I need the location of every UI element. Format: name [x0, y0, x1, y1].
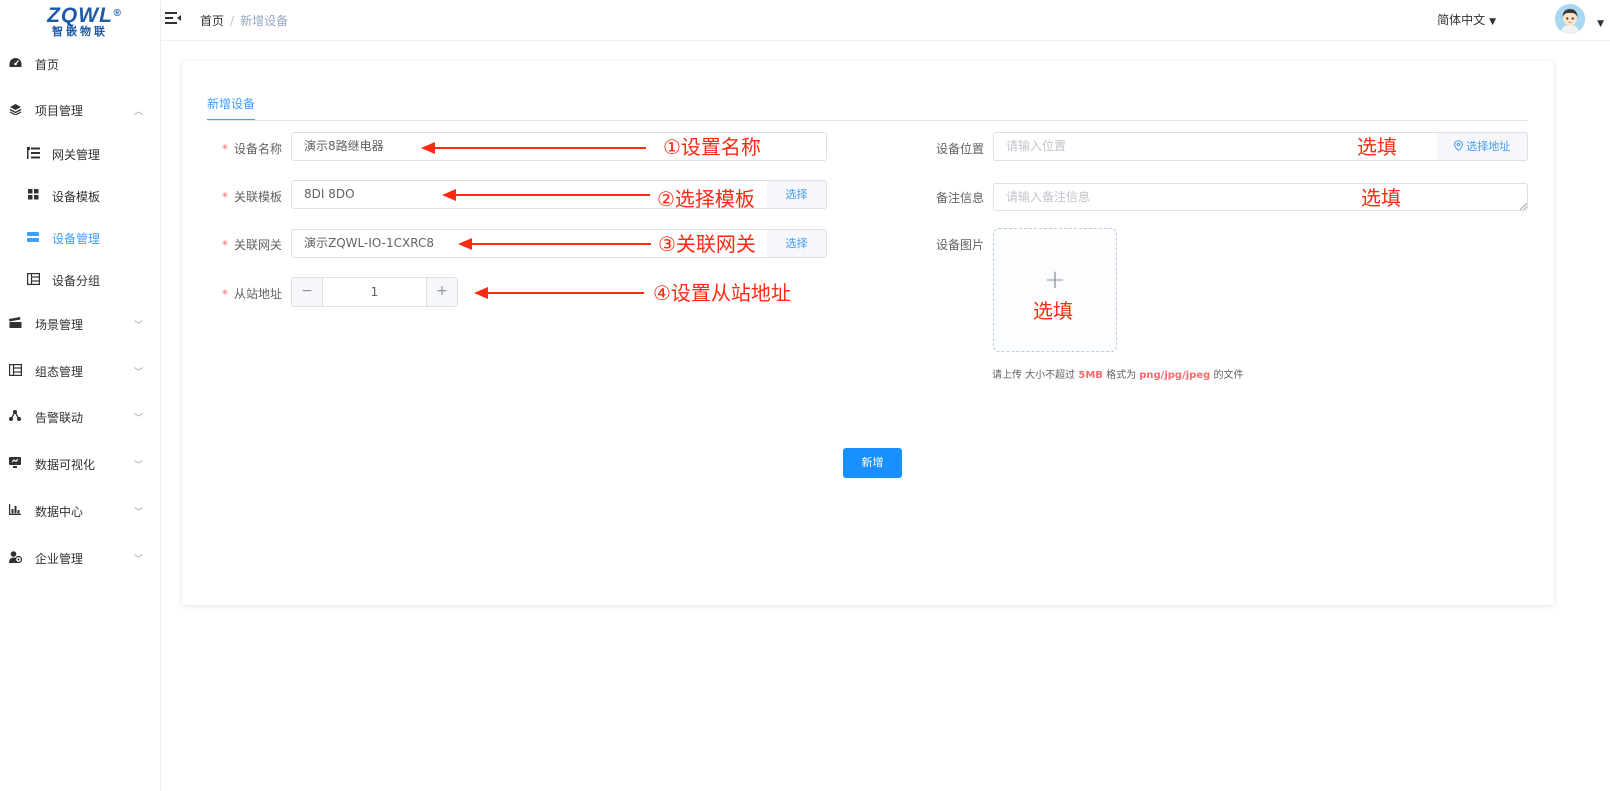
annotation-step1: ①设置名称	[663, 135, 761, 159]
sidebar-item-label: 网关管理	[52, 147, 101, 162]
sidebar-item-label: 告警联动	[35, 410, 84, 425]
location-label: 设备位置	[936, 142, 985, 156]
sidebar-item-device-manage[interactable]: 设备管理	[0, 221, 160, 255]
image-upload[interactable]: +	[993, 228, 1117, 352]
clapper-icon	[8, 317, 22, 331]
required-mark: *	[222, 238, 228, 252]
annotation-arrow	[474, 287, 644, 299]
tab-add-device[interactable]: 新增设备	[207, 95, 255, 112]
chevron-down-icon: ﹀	[134, 460, 144, 471]
table-icon	[8, 363, 22, 379]
logo-wordmark: ZQWL ®	[47, 4, 122, 27]
sidebar-item-project[interactable]: 项目管理 ︿	[0, 93, 160, 127]
sidebar-item-label: 组态管理	[35, 364, 84, 379]
annotation-optional-image: 选填	[1033, 299, 1073, 323]
grid-icon	[26, 189, 40, 203]
image-label: 设备图片	[936, 238, 985, 252]
submit-button[interactable]: 新增	[843, 448, 902, 478]
remark-label: 备注信息	[936, 191, 985, 205]
annotation-arrow	[458, 238, 651, 250]
select-address-button[interactable]: 选择地址	[1437, 132, 1528, 161]
sidebar-item-enterprise[interactable]: 企业管理 ﹀	[0, 541, 160, 575]
sidebar-item-label: 设备管理	[52, 231, 101, 246]
sidebar-item-home[interactable]: 首页	[0, 47, 160, 81]
sidebar-item-label: 设备模板	[52, 189, 101, 204]
chevron-down-icon: ﹀	[134, 320, 144, 331]
annotation-step3: ③关联网关	[658, 232, 756, 256]
tree-list-icon	[26, 146, 40, 162]
tab-divider	[207, 120, 1528, 121]
hint-formats: png/jpg/jpeg	[1139, 370, 1211, 381]
slave-address-stepper: − 1 +	[291, 277, 458, 307]
server-icon	[26, 231, 40, 245]
sidebar-item-template[interactable]: 设备模板	[0, 179, 160, 213]
sidebar-item-scene[interactable]: 场景管理 ﹀	[0, 307, 160, 341]
monitor-icon	[8, 457, 22, 471]
gateway-label: * 关联网关	[222, 238, 283, 252]
hint-size: 5MB	[1078, 370, 1103, 381]
language-select[interactable]: 简体中文 ▼	[1437, 11, 1496, 28]
remark-textarea[interactable]: 请输入备注信息	[993, 183, 1528, 211]
chevron-down-icon: ﹀	[134, 367, 144, 378]
chevron-up-icon: ︿	[134, 106, 144, 117]
breadcrumb-home[interactable]: 首页	[200, 14, 224, 28]
sidebar-item-label: 数据中心	[35, 504, 84, 519]
sidebar-item-label: 项目管理	[35, 103, 84, 118]
chevron-down-icon: ﹀	[134, 554, 144, 565]
required-mark: *	[222, 190, 228, 204]
menu-fold-icon[interactable]	[165, 11, 181, 25]
avatar[interactable]	[1555, 4, 1585, 34]
share-nodes-icon	[8, 410, 22, 424]
location-pin-icon	[1453, 140, 1467, 153]
breadcrumb-separator: /	[230, 14, 235, 28]
sidebar-item-alarm[interactable]: 告警联动 ﹀	[0, 400, 160, 434]
sidebar-item-device-group[interactable]: 设备分组	[0, 263, 160, 297]
sidebar-item-label: 场景管理	[35, 317, 84, 332]
sidebar-item-label: 数据可视化	[35, 457, 96, 472]
sidebar-item-label: 首页	[35, 57, 60, 72]
dashboard-icon	[8, 57, 22, 71]
sidebar: ZQWL ® 智嵌物联 首页 项目管理 ︿ 网关管理 设备模板 设备管理 设备分…	[0, 0, 161, 791]
sidebar-item-config[interactable]: 组态管理 ﹀	[0, 354, 160, 388]
breadcrumb: 首页 / 新增设备	[200, 12, 288, 29]
decrease-button[interactable]: −	[292, 278, 323, 306]
annotation-arrow	[421, 142, 646, 154]
chevron-down-icon: ﹀	[134, 413, 144, 424]
upload-hint: 请上传 大小不超过 5MB 格式为 png/jpg/jpeg 的文件	[992, 370, 1244, 381]
chevron-down-icon: ﹀	[134, 507, 144, 518]
template-label: * 关联模板	[222, 190, 283, 204]
sidebar-item-data-center[interactable]: 数据中心 ﹀	[0, 494, 160, 528]
caret-down-icon: ▼	[1489, 17, 1496, 27]
device-name-label: * 设备名称	[222, 142, 283, 156]
required-mark: *	[222, 287, 228, 301]
annotation-optional-remark: 选填	[1361, 186, 1401, 210]
resize-handle-icon[interactable]	[1520, 203, 1527, 210]
language-label: 简体中文	[1437, 13, 1486, 27]
bar-chart-icon	[8, 504, 22, 518]
required-mark: *	[222, 142, 228, 156]
users-icon	[8, 550, 22, 566]
logo[interactable]: ZQWL ® 智嵌物联	[0, 0, 160, 42]
sidebar-item-gateway[interactable]: 网关管理	[0, 137, 160, 171]
caret-down-icon[interactable]: ▼	[1597, 19, 1604, 29]
table-icon	[26, 272, 40, 288]
annotation-step4: ④设置从站地址	[653, 281, 791, 305]
increase-button[interactable]: +	[426, 278, 457, 306]
annotation-step2: ②选择模板	[657, 187, 755, 211]
sidebar-item-visual[interactable]: 数据可视化 ﹀	[0, 447, 160, 481]
slave-address-input[interactable]: 1	[323, 278, 426, 306]
annotation-optional-location: 选填	[1357, 135, 1397, 159]
sidebar-item-label: 设备分组	[52, 273, 101, 288]
slave-address-label: * 从站地址	[222, 287, 283, 301]
form-card: 新增设备 * 设备名称 演示8路继电器 * 关联模板 8DI 8DO 选择 * 关联网…	[182, 61, 1554, 605]
sidebar-item-label: 企业管理	[35, 551, 84, 566]
select-gateway-button[interactable]: 选择	[767, 229, 827, 258]
plus-icon: +	[1044, 265, 1066, 295]
annotation-arrow	[442, 189, 650, 201]
header: 首页 / 新增设备 简体中文 ▼ ▼	[161, 0, 1610, 41]
layers-icon	[8, 103, 22, 118]
breadcrumb-current: 新增设备	[240, 14, 289, 28]
select-template-button[interactable]: 选择	[767, 180, 827, 209]
